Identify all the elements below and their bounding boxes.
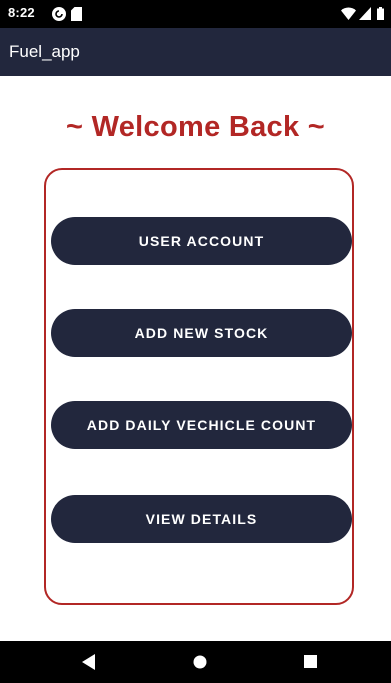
status-time: 8:22 [8, 5, 35, 20]
pocket-casts-icon [52, 7, 66, 21]
battery-icon [377, 7, 384, 20]
add-daily-vehicle-count-button[interactable]: ADD DAILY VECHICLE COUNT [51, 401, 352, 449]
welcome-heading: ~ Welcome Back ~ [66, 111, 325, 143]
app-title: Fuel_app [9, 42, 80, 61]
back-icon[interactable] [82, 654, 95, 670]
navigation-bar [0, 641, 391, 683]
add-new-stock-button[interactable]: ADD NEW STOCK [51, 309, 352, 357]
sd-card-icon [71, 7, 82, 21]
wifi-icon [341, 7, 356, 20]
home-icon[interactable] [193, 655, 207, 669]
app-bar: Fuel_app [0, 28, 391, 76]
signal-icon [359, 7, 371, 20]
view-details-button[interactable]: VIEW DETAILS [51, 495, 352, 543]
recents-icon[interactable] [304, 655, 317, 668]
user-account-button[interactable]: USER ACCOUNT [51, 217, 352, 265]
status-bar: 8:22 [0, 0, 391, 28]
